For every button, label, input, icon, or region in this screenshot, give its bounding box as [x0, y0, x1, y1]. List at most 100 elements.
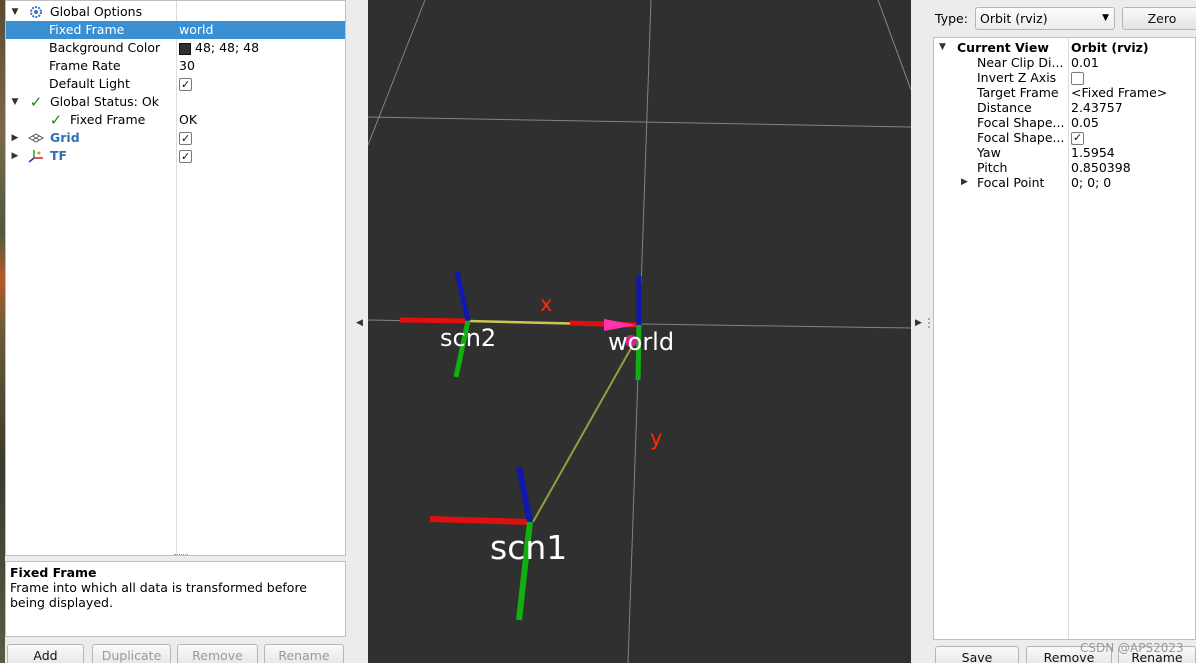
background-color-value[interactable]: 48; 48; 48 [179, 39, 259, 57]
row-label: Focal Shape... [977, 115, 1065, 130]
expand-arrow-icon[interactable]: ▼ [939, 40, 946, 55]
fixed-frame-value[interactable]: world [179, 21, 213, 39]
target-frame-value[interactable]: <Fixed Frame> [1071, 85, 1167, 100]
tree-row-near-clip[interactable]: Near Clip Di... 0.01 [934, 55, 1195, 70]
views-panel: Type: Orbit (rviz) ▼ Zero ▼ Current View… [933, 0, 1196, 663]
yaw-value[interactable]: 1.5954 [1071, 145, 1115, 160]
color-swatch[interactable] [179, 42, 191, 55]
tree-row-grid[interactable]: ▶ Grid [6, 129, 345, 148]
rename-button[interactable]: Rename [264, 644, 344, 663]
focal-shape-fixed-value [1071, 130, 1084, 145]
frame-label-scn1: scn1 [490, 528, 567, 567]
gear-icon [28, 4, 44, 20]
focal-shape-fixed-checkbox[interactable] [1071, 130, 1084, 145]
expand-arrow-icon[interactable]: ▼ [10, 93, 20, 111]
tree-row-focal-point[interactable]: ▶ Focal Point 0; 0; 0 [934, 175, 1195, 190]
axis-label-x: x [540, 292, 552, 316]
grid-icon [28, 130, 44, 146]
row-label: Background Color [49, 40, 161, 55]
tree-row-current-view[interactable]: ▼ Current View Orbit (rviz) [934, 40, 1195, 55]
check-icon: ✓ [29, 93, 43, 111]
splitter-grip[interactable] [174, 554, 188, 555]
zero-button[interactable]: Zero [1122, 7, 1196, 30]
splitter-dots[interactable] [928, 318, 930, 328]
grid-line [877, 0, 911, 91]
grid-enabled-value [179, 129, 192, 148]
row-label: Pitch [977, 160, 1008, 175]
collapse-arrow-icon[interactable]: ▶ [10, 147, 20, 165]
property-description: Fixed Frame Frame into which all data is… [5, 561, 346, 637]
z-axis [516, 466, 533, 523]
tree-row-tf[interactable]: ▶ TF [6, 147, 345, 166]
grid-enabled-checkbox[interactable] [179, 130, 192, 148]
description-text: Frame into which all data is transformed… [10, 580, 307, 610]
pitch-value[interactable]: 0.850398 [1071, 160, 1131, 175]
collapse-left-icon[interactable]: ◀ [356, 318, 363, 328]
invert-z-checkbox[interactable] [1071, 72, 1084, 85]
row-label: Default Light [49, 76, 130, 91]
collapse-right-icon[interactable]: ▶ [915, 318, 922, 328]
tree-row-pitch[interactable]: Pitch 0.850398 [934, 160, 1195, 175]
tree-row-yaw[interactable]: Yaw 1.5954 [934, 145, 1195, 160]
row-label: Target Frame [977, 85, 1059, 100]
tree-row-global-options[interactable]: ▼ Global Options [6, 3, 345, 21]
tree-row-status-fixed-frame[interactable]: ✓ Fixed Frame OK [6, 111, 345, 129]
x-axis [399, 317, 469, 324]
watermark: CSDN @APS2023 [1080, 641, 1184, 655]
frame-label-scn2: scn2 [440, 324, 496, 352]
duplicate-button[interactable]: Duplicate [92, 644, 171, 663]
current-view-value: Orbit (rviz) [1071, 40, 1149, 55]
frame-label-world: world [608, 328, 674, 356]
tree-row-fixed-frame[interactable]: Fixed Frame world [6, 21, 345, 39]
distance-value[interactable]: 2.43757 [1071, 100, 1123, 115]
focal-point-value[interactable]: 0; 0; 0 [1071, 175, 1111, 190]
focal-shape-size-value[interactable]: 0.05 [1071, 115, 1099, 130]
frame-rate-value[interactable]: 30 [179, 57, 195, 75]
invert-z-value [1071, 70, 1084, 85]
tree-row-invert-z[interactable]: Invert Z Axis [934, 70, 1195, 85]
tree-row-default-light[interactable]: Default Light [6, 75, 345, 94]
displays-panel: ▼ Global Options Fixed Frame world Backg… [5, 0, 346, 556]
tf-axes-icon [28, 148, 44, 164]
check-icon: ✓ [49, 111, 63, 129]
row-label: Grid [50, 130, 80, 145]
view-properties-tree: ▼ Current View Orbit (rviz) Near Clip Di… [933, 37, 1196, 640]
tree-row-frame-rate[interactable]: Frame Rate 30 [6, 57, 345, 75]
row-label: Distance [977, 100, 1032, 115]
scn1-world-link [532, 342, 635, 523]
row-label: Frame Rate [49, 58, 121, 73]
default-light-value [179, 75, 192, 94]
row-label: Global Options [50, 4, 143, 19]
tree-row-focal-shape-fixed[interactable]: Focal Shape... [934, 130, 1195, 145]
z-axis [454, 271, 471, 322]
near-clip-value[interactable]: 0.01 [1071, 55, 1099, 70]
add-button[interactable]: Add [7, 644, 84, 663]
tree-row-background-color[interactable]: Background Color 48; 48; 48 [6, 39, 345, 57]
save-view-button[interactable]: Save [935, 646, 1019, 663]
row-label: Focal Shape... [977, 130, 1065, 145]
remove-button[interactable]: Remove [177, 644, 258, 663]
tree-row-target-frame[interactable]: Target Frame <Fixed Frame> [934, 85, 1195, 100]
chevron-down-icon: ▼ [1102, 13, 1109, 23]
axis-label-y: y [650, 426, 662, 450]
type-label: Type: [935, 11, 968, 26]
right-panel-collapse-handle[interactable]: ▶ [911, 0, 933, 663]
grid-line [368, 116, 911, 128]
tree-row-focal-shape-size[interactable]: Focal Shape... 0.05 [934, 115, 1195, 130]
tf-enabled-checkbox[interactable] [179, 148, 192, 166]
scene-svg: scn2 world scn1 x y [368, 0, 911, 663]
collapse-arrow-icon[interactable]: ▶ [961, 175, 968, 190]
row-label: Focal Point [977, 175, 1045, 190]
collapse-arrow-icon[interactable]: ▶ [10, 129, 20, 147]
tree-row-distance[interactable]: Distance 2.43757 [934, 100, 1195, 115]
row-label: Invert Z Axis [977, 70, 1057, 85]
default-light-checkbox[interactable] [179, 76, 192, 94]
expand-arrow-icon[interactable]: ▼ [10, 3, 20, 21]
row-label: Global Status: Ok [50, 94, 159, 109]
view-type-select[interactable]: Orbit (rviz) ▼ [975, 7, 1115, 30]
left-panel-collapse-handle[interactable]: ◀ [346, 0, 368, 663]
tree-row-global-status[interactable]: ▼ ✓ Global Status: Ok [6, 93, 345, 111]
render-viewport[interactable]: scn2 world scn1 x y [368, 0, 911, 663]
grid-line [368, 0, 426, 146]
row-label: Yaw [977, 145, 1001, 160]
